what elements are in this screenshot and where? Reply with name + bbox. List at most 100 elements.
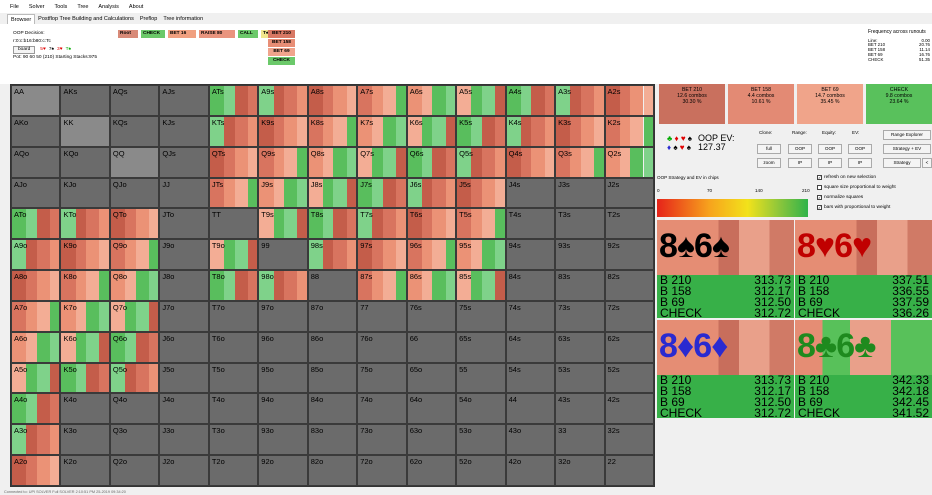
hand-cell[interactable]: 83o <box>307 424 358 456</box>
flop-tile-0[interactable]: 8♠6♠ B 210 313.73 B 158 312.17 B 69 312.50 CHEC… <box>657 220 794 318</box>
hand-cell[interactable]: 54o <box>456 393 506 425</box>
hand-cell[interactable]: J3s <box>555 177 605 209</box>
action-bet-16[interactable]: BET 16 <box>168 30 196 38</box>
hand-cell[interactable]: K7o <box>60 300 110 332</box>
hand-cell[interactable]: J8s <box>307 177 358 209</box>
checkbox-2[interactable]: ✓ normalize squares <box>817 195 863 200</box>
hand-cell[interactable]: 72s <box>604 300 654 332</box>
hand-cell[interactable]: A6s <box>406 85 457 116</box>
hand-cell[interactable]: Q3s <box>555 146 605 178</box>
hand-cell[interactable]: QJo <box>109 177 160 209</box>
hand-cell[interactable]: 98s <box>307 239 358 271</box>
hand-cell[interactable]: AA <box>11 85 61 116</box>
hand-cell[interactable]: T3s <box>555 208 605 240</box>
hand-cell[interactable]: KJo <box>60 177 110 209</box>
hand-cell[interactable]: K2s <box>604 115 654 147</box>
hand-cell[interactable]: K6o <box>60 331 110 363</box>
hand-cell[interactable]: 75o <box>357 362 407 394</box>
board-button[interactable]: board <box>13 46 36 54</box>
hand-cell[interactable]: 64o <box>406 393 457 425</box>
range-ip-button[interactable]: IP <box>788 158 812 168</box>
hand-cell[interactable]: K5s <box>456 115 506 147</box>
hand-cell[interactable]: 82o <box>307 455 358 486</box>
hand-cell[interactable]: 33 <box>555 424 605 456</box>
hand-cell[interactable]: J5o <box>159 362 209 394</box>
hand-cell[interactable]: 94o <box>258 393 308 425</box>
hand-cell[interactable]: K8o <box>60 270 110 301</box>
sub-action-2[interactable]: BET 69 <box>268 48 295 56</box>
sub-action-1[interactable]: BET 158 <box>268 39 295 47</box>
hand-cell[interactable]: T8s <box>307 208 358 240</box>
hand-cell[interactable]: 73s <box>555 300 605 332</box>
hand-cell[interactable]: 43o <box>505 424 556 456</box>
hand-cell[interactable]: T5s <box>456 208 506 240</box>
hand-cell[interactable]: T3o <box>208 424 259 456</box>
hand-cell[interactable]: 64s <box>505 331 556 363</box>
hand-cell[interactable]: AJo <box>11 177 61 209</box>
hand-cell[interactable]: T2o <box>208 455 259 486</box>
hand-cell[interactable]: A7o <box>11 300 61 332</box>
hand-cell[interactable]: J9o <box>159 239 209 271</box>
hand-cell[interactable]: 93o <box>258 424 308 456</box>
hand-cell[interactable]: A4s <box>505 85 556 116</box>
menu-tree[interactable]: Tree <box>77 4 88 10</box>
sub-action-3[interactable]: CHECK <box>268 57 295 65</box>
hand-cell[interactable]: 32s <box>604 424 654 456</box>
hand-cell[interactable]: A9s <box>258 85 308 116</box>
hand-cell[interactable]: K9o <box>60 239 110 271</box>
hand-cell[interactable]: KQo <box>60 146 110 178</box>
action-call[interactable]: CALL <box>238 30 258 38</box>
hand-cell[interactable]: Q7s <box>357 146 407 178</box>
hand-cell[interactable]: 86o <box>307 331 358 363</box>
hand-cell[interactable]: KJs <box>159 115 209 147</box>
tab-2[interactable]: Preflop <box>137 14 160 24</box>
hand-cell[interactable]: AKs <box>60 85 110 116</box>
hand-cell[interactable]: QQ <box>109 146 160 178</box>
hand-cell[interactable]: K2o <box>60 455 110 486</box>
strategy-button[interactable]: Strategy <box>883 158 921 168</box>
hand-cell[interactable]: 75s <box>456 300 506 332</box>
hand-cell[interactable]: J9s <box>258 177 308 209</box>
hand-cell[interactable]: QTo <box>109 208 160 240</box>
hand-cell[interactable]: 94s <box>505 239 556 271</box>
hand-cell[interactable]: Q2s <box>604 146 654 178</box>
hand-cell[interactable]: 53o <box>456 424 506 456</box>
menu-about[interactable]: About <box>129 4 143 10</box>
hand-cell[interactable]: 87s <box>357 270 407 301</box>
full-button[interactable]: full <box>757 144 781 154</box>
strategy-ev-button[interactable]: Strategy + EV <box>883 144 931 154</box>
hand-cell[interactable]: ATo <box>11 208 61 240</box>
hand-cell[interactable]: 44 <box>505 393 556 425</box>
hand-cell[interactable]: 84o <box>307 393 358 425</box>
action-check[interactable]: CHECK <box>141 30 165 38</box>
hand-cell[interactable]: K9s <box>258 115 308 147</box>
hand-cell[interactable]: Q9s <box>258 146 308 178</box>
hand-cell[interactable]: 87o <box>307 300 358 332</box>
hand-cell[interactable]: 82s <box>604 270 654 301</box>
sub-action-0[interactable]: BET 210 <box>268 30 295 38</box>
hand-cell[interactable]: KTs <box>208 115 259 147</box>
menu-file[interactable]: File <box>10 4 19 10</box>
hand-cell[interactable]: 54s <box>505 362 556 394</box>
hand-cell[interactable]: J5s <box>456 177 506 209</box>
action-raise-80[interactable]: RAISE 80 <box>199 30 235 38</box>
hand-cell[interactable]: A2s <box>604 85 654 116</box>
hand-cell[interactable]: T9o <box>208 239 259 271</box>
hand-cell[interactable]: 55 <box>456 362 506 394</box>
hand-cell[interactable]: 65s <box>456 331 506 363</box>
hand-cell[interactable]: Q4s <box>505 146 556 178</box>
hand-cell[interactable]: 97s <box>357 239 407 271</box>
hand-cell[interactable]: 66 <box>406 331 457 363</box>
hand-cell[interactable]: Q5s <box>456 146 506 178</box>
zoom-button[interactable]: zoom <box>757 158 781 168</box>
hand-cell[interactable]: QJs <box>159 146 209 178</box>
hand-cell[interactable]: K7s <box>357 115 407 147</box>
hand-cell[interactable]: Q8s <box>307 146 358 178</box>
hand-cell[interactable]: AKo <box>11 115 61 147</box>
flop-tile-1[interactable]: 8♥6♥ B 210 337.51 B 158 336.55 B 69 337.59 CHEC… <box>795 220 932 318</box>
hand-cell[interactable]: 96s <box>406 239 457 271</box>
hand-cell[interactable]: 52o <box>456 455 506 486</box>
hand-cell[interactable]: 73o <box>357 424 407 456</box>
tab-1[interactable]: Postflop Tree Building and Calculations <box>35 14 137 24</box>
hand-cell[interactable]: J7s <box>357 177 407 209</box>
